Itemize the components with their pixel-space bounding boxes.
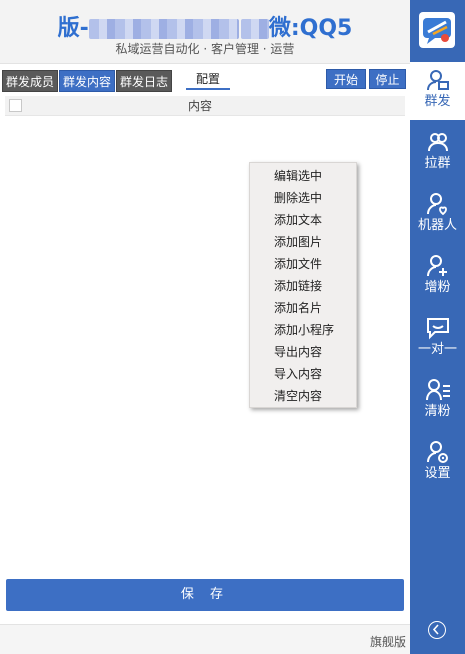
table-header: 内容 <box>5 96 405 116</box>
tab-log[interactable]: 群发日志 <box>116 70 173 92</box>
sidebar-label-settings: 设置 <box>424 466 451 481</box>
app-subtitle: 私域运营自动化 · 客户管理 · 运营 <box>115 42 295 56</box>
menu-add-link[interactable]: 添加链接 <box>250 275 356 297</box>
sidebar-label-one-to-one: 一对一 <box>417 342 457 357</box>
sidebar: 群发 拉群 机器人 增粉 一对一 清粉 设置 <box>410 0 465 654</box>
menu-edit-selected[interactable]: 编辑选中 <box>250 165 356 187</box>
redacted-block-2 <box>240 19 269 39</box>
status-footer: 旗舰版 <box>0 624 410 654</box>
sidebar-label-add-fans: 增粉 <box>424 280 451 295</box>
menu-export-content[interactable]: 导出内容 <box>250 341 356 363</box>
chevron-left-icon <box>432 624 439 635</box>
start-button[interactable]: 开始 <box>326 69 366 89</box>
app-header: 版- 微:QQ5 私域运营自动化 · 客户管理 · 运营 <box>0 0 410 64</box>
tab-bar: 群发成员 群发内容 群发日志 <box>2 70 173 92</box>
person-list-icon <box>425 379 450 401</box>
sidebar-item-add-fans[interactable]: 增粉 <box>410 248 465 306</box>
app-logo <box>419 12 455 48</box>
sidebar-item-settings[interactable]: 设置 <box>410 434 465 492</box>
edition-label: 旗舰版 <box>369 635 406 649</box>
sidebar-item-broadcast[interactable]: 群发 <box>410 62 465 120</box>
app-title: 版- 微:QQ5 <box>0 10 410 42</box>
context-menu: 编辑选中 删除选中 添加文本 添加图片 添加文件 添加链接 添加名片 添加小程序… <box>249 162 357 408</box>
logo-icon <box>423 18 451 44</box>
sidebar-label-robot: 机器人 <box>417 218 457 233</box>
tab-members[interactable]: 群发成员 <box>2 70 59 92</box>
title-right-text: 微:QQ5 <box>268 16 353 41</box>
menu-import-content[interactable]: 导入内容 <box>250 363 356 385</box>
menu-add-image[interactable]: 添加图片 <box>250 231 356 253</box>
robot-person-icon <box>426 193 447 216</box>
sidebar-item-robot[interactable]: 机器人 <box>410 186 465 244</box>
config-tab[interactable]: 配置 <box>186 70 230 90</box>
menu-add-miniprogram[interactable]: 添加小程序 <box>250 319 356 341</box>
menu-add-card[interactable]: 添加名片 <box>250 297 356 319</box>
add-person-icon <box>426 255 447 277</box>
menu-add-text[interactable]: 添加文本 <box>250 209 356 231</box>
sidebar-item-clean-fans[interactable]: 清粉 <box>410 372 465 430</box>
group-icon <box>427 133 448 152</box>
sidebar-label-broadcast: 群发 <box>424 94 451 109</box>
menu-add-file[interactable]: 添加文件 <box>250 253 356 275</box>
menu-delete-selected[interactable]: 删除选中 <box>250 187 356 209</box>
sidebar-item-group[interactable]: 拉群 <box>410 124 465 182</box>
redacted-block <box>88 19 239 39</box>
menu-clear-content[interactable]: 清空内容 <box>250 385 356 407</box>
sidebar-label-clean-fans: 清粉 <box>424 404 451 419</box>
sidebar-item-one-to-one[interactable]: 一对一 <box>410 310 465 368</box>
person-broadcast-icon <box>426 70 449 91</box>
sidebar-label-group: 拉群 <box>424 156 451 171</box>
tab-content[interactable]: 群发内容 <box>59 70 116 92</box>
save-button[interactable]: 保 存 <box>6 579 404 611</box>
collapse-sidebar-button[interactable] <box>428 621 446 639</box>
title-left-text: 版- <box>57 16 89 41</box>
column-header-content: 内容 <box>187 99 212 113</box>
person-gear-icon <box>426 441 448 463</box>
stop-button[interactable]: 停止 <box>369 69 406 89</box>
chat-icon <box>426 318 449 340</box>
